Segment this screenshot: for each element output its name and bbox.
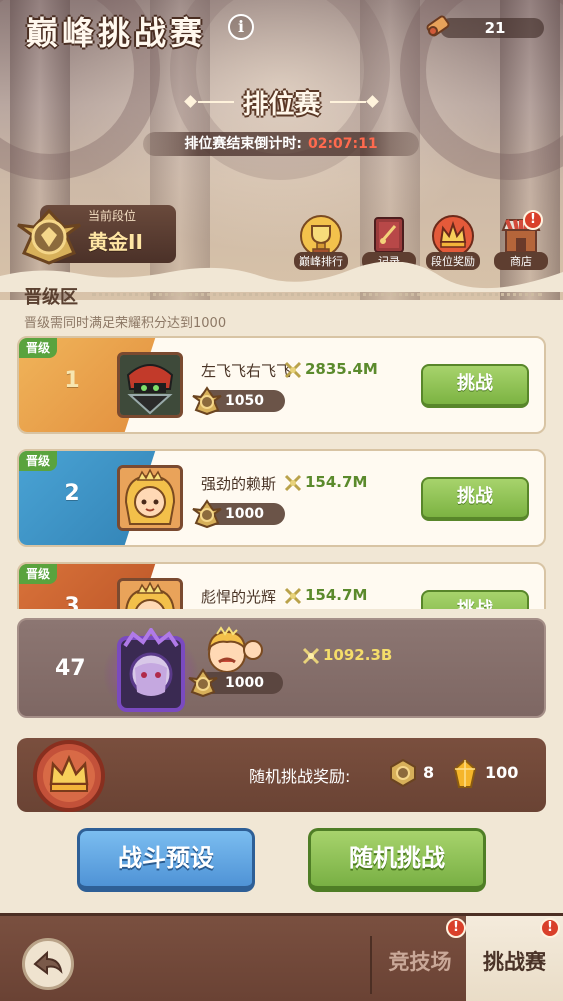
bottom-nav: 竞技场 挑战赛 bbox=[0, 913, 563, 1001]
ticket-scroll-icon bbox=[426, 15, 450, 37]
promotion-tag: 晋级 bbox=[19, 338, 57, 358]
princess-hero-icon bbox=[120, 581, 180, 609]
opponent-list[interactable]: 晋级 1 左飞飞右飞飞 2835.4M 1050 挑战 晋级 2 强劲的赖斯 1… bbox=[0, 336, 563, 609]
opponent-score: 1000 bbox=[225, 506, 264, 522]
challenge-alert-badge: ! bbox=[540, 918, 560, 938]
paper-edge bbox=[0, 262, 563, 292]
ticket-count: 21 bbox=[484, 19, 506, 37]
ticket-counter: 21 bbox=[424, 14, 544, 40]
countdown-time: 02:07:11 bbox=[307, 136, 378, 152]
honor-badge-icon bbox=[192, 499, 222, 529]
player-avatar-frame-icon[interactable] bbox=[103, 628, 199, 718]
opponent-card: 晋级 3 彪悍的光辉 154.7M 1000 挑战 bbox=[17, 562, 546, 609]
opponent-rank: 1 bbox=[64, 368, 80, 393]
crossed-swords-icon bbox=[284, 361, 302, 379]
rank-caption: 当前段位 bbox=[88, 209, 137, 223]
promotion-tag: 晋级 bbox=[19, 564, 57, 584]
opponent-rank: 3 bbox=[64, 594, 80, 609]
honor-badge-icon bbox=[188, 668, 218, 698]
crossed-swords-icon bbox=[284, 587, 302, 605]
crown-emblem-icon bbox=[33, 740, 105, 812]
self-power: 1092.3B bbox=[323, 646, 393, 664]
opponent-card: 晋级 1 左飞飞右飞飞 2835.4M 1050 挑战 bbox=[17, 336, 546, 434]
divider bbox=[370, 936, 372, 994]
armored-hero-icon bbox=[120, 355, 180, 415]
opponent-rank: 2 bbox=[64, 481, 80, 506]
countdown-banner: 排位赛结束倒计时: 02:07:11 bbox=[143, 132, 419, 156]
rank-name: 黄金II bbox=[88, 230, 143, 254]
shop-alert-badge: ! bbox=[523, 210, 543, 230]
countdown-label: 排位赛结束倒计时: bbox=[184, 136, 302, 152]
promotion-zone-title: 晋级区 bbox=[24, 287, 78, 308]
gold-rank-emblem-icon bbox=[17, 208, 81, 265]
promotion-zone-description: 晋级需同时满足荣耀积分达到1000 bbox=[24, 316, 227, 331]
opponent-name: 强劲的赖斯 bbox=[201, 475, 277, 493]
random-challenge-button[interactable]: 随机挑战 bbox=[308, 828, 486, 892]
honor-coin-icon bbox=[390, 759, 416, 787]
promotion-tag: 晋级 bbox=[19, 451, 57, 471]
self-rank: 47 bbox=[55, 656, 86, 681]
opponent-card: 晋级 2 强劲的赖斯 154.7M 1000 挑战 bbox=[17, 449, 546, 547]
gem-icon bbox=[453, 759, 477, 788]
battle-preset-button[interactable]: 战斗预设 bbox=[77, 828, 255, 892]
self-score: 1000 bbox=[225, 675, 264, 691]
back-button[interactable] bbox=[22, 938, 74, 990]
page-title: 巅峰挑战赛 bbox=[26, 14, 207, 52]
divider bbox=[92, 293, 542, 296]
opponent-name: 彪悍的光辉 bbox=[201, 588, 277, 606]
back-arrow-icon bbox=[33, 950, 63, 975]
opponent-power: 154.7M bbox=[305, 586, 368, 604]
info-icon[interactable]: i bbox=[228, 14, 254, 40]
arena-alert-badge: ! bbox=[446, 918, 466, 938]
challenge-button[interactable]: 挑战 bbox=[421, 590, 529, 609]
honor-badge-icon bbox=[192, 386, 222, 416]
reward-coin-count: 8 bbox=[423, 763, 435, 782]
mode-title: 排位赛 bbox=[242, 90, 321, 120]
self-rank-card: 47 1000 1092.3B bbox=[17, 618, 546, 718]
crossed-swords-icon bbox=[284, 474, 302, 492]
opponent-power: 2835.4M bbox=[305, 360, 378, 378]
reward-gem-count: 100 bbox=[485, 763, 519, 782]
opponent-avatar[interactable] bbox=[117, 352, 183, 418]
challenge-button[interactable]: 挑战 bbox=[421, 364, 529, 408]
princess-hero-icon bbox=[120, 468, 180, 528]
opponent-name: 左飞飞右飞飞 bbox=[201, 362, 292, 380]
opponent-avatar[interactable] bbox=[117, 578, 183, 609]
crossed-swords-icon bbox=[302, 647, 320, 665]
opponent-avatar[interactable] bbox=[117, 465, 183, 531]
opponent-power: 154.7M bbox=[305, 473, 368, 491]
opponent-score: 1050 bbox=[225, 393, 264, 409]
challenge-button[interactable]: 挑战 bbox=[421, 477, 529, 521]
reward-label: 随机挑战奖励: bbox=[249, 767, 351, 786]
random-challenge-reward-bar: 随机挑战奖励: 8 100 bbox=[17, 738, 546, 812]
